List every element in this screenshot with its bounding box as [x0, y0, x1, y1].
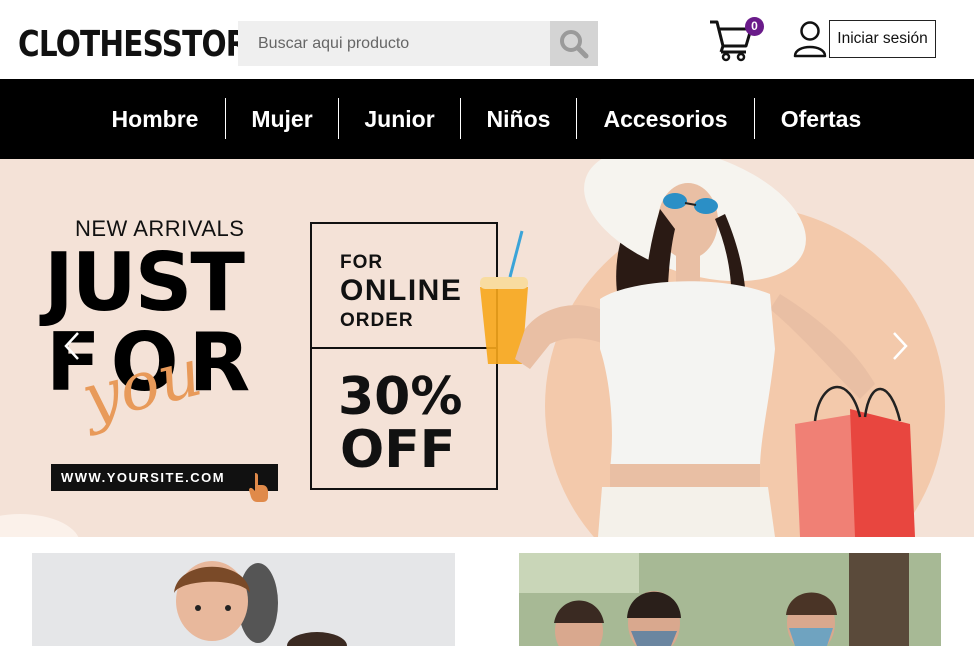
offer-percent: 30% [338, 367, 463, 427]
nav-item-ofertas[interactable]: Ofertas [765, 79, 877, 159]
user-account-button[interactable] [792, 20, 828, 58]
offer-for: FOR [340, 252, 384, 273]
offer-off: OFF [340, 420, 456, 480]
nav-item-accesorios[interactable]: Accesorios [587, 79, 744, 159]
offer-online: ONLINE [340, 274, 463, 307]
main-nav: Hombre Mujer Junior Niños Accesorios Ofe… [0, 79, 974, 159]
nav-item-hombre[interactable]: Hombre [95, 79, 215, 159]
store-logo[interactable]: CLOTHESSTORE [18, 22, 268, 68]
search-input[interactable] [238, 21, 550, 66]
nav-divider [576, 98, 577, 139]
user-icon [793, 21, 827, 58]
nav-item-mujer[interactable]: Mujer [236, 79, 328, 159]
site-header: CLOTHESSTORE 0 Iniciar sesión [0, 0, 974, 79]
banner-blob-decoration [0, 514, 80, 537]
cart-count-badge: 0 [745, 17, 764, 36]
category-image-kids [32, 553, 455, 646]
carousel-next-button[interactable] [890, 331, 910, 361]
nav-divider [754, 98, 755, 139]
banner-site-url: WWW.YOURSITE.COM [51, 464, 278, 491]
category-card-group[interactable] [519, 553, 941, 646]
pointer-hand-icon [249, 473, 268, 502]
nav-divider [338, 98, 339, 139]
nav-divider [225, 98, 226, 139]
carousel-prev-button[interactable] [62, 331, 82, 361]
hero-carousel[interactable]: NEW ARRIVALS JUST FOR you WWW.YOURSITE.C… [0, 159, 974, 537]
nav-item-ninos[interactable]: Niños [471, 79, 566, 159]
nav-divider [460, 98, 461, 139]
offer-order: ORDER [340, 310, 414, 331]
banner-site-text: WWW.YOURSITE.COM [61, 470, 226, 485]
category-image-group [519, 553, 941, 646]
offer-divider [312, 347, 496, 349]
banner-just: JUST [44, 236, 245, 329]
search-button[interactable] [550, 21, 598, 66]
nav-item-junior[interactable]: Junior [349, 79, 450, 159]
category-card-kids[interactable] [32, 553, 455, 646]
search-bar [238, 21, 598, 66]
search-icon [560, 29, 589, 58]
login-button[interactable]: Iniciar sesión [829, 20, 936, 58]
